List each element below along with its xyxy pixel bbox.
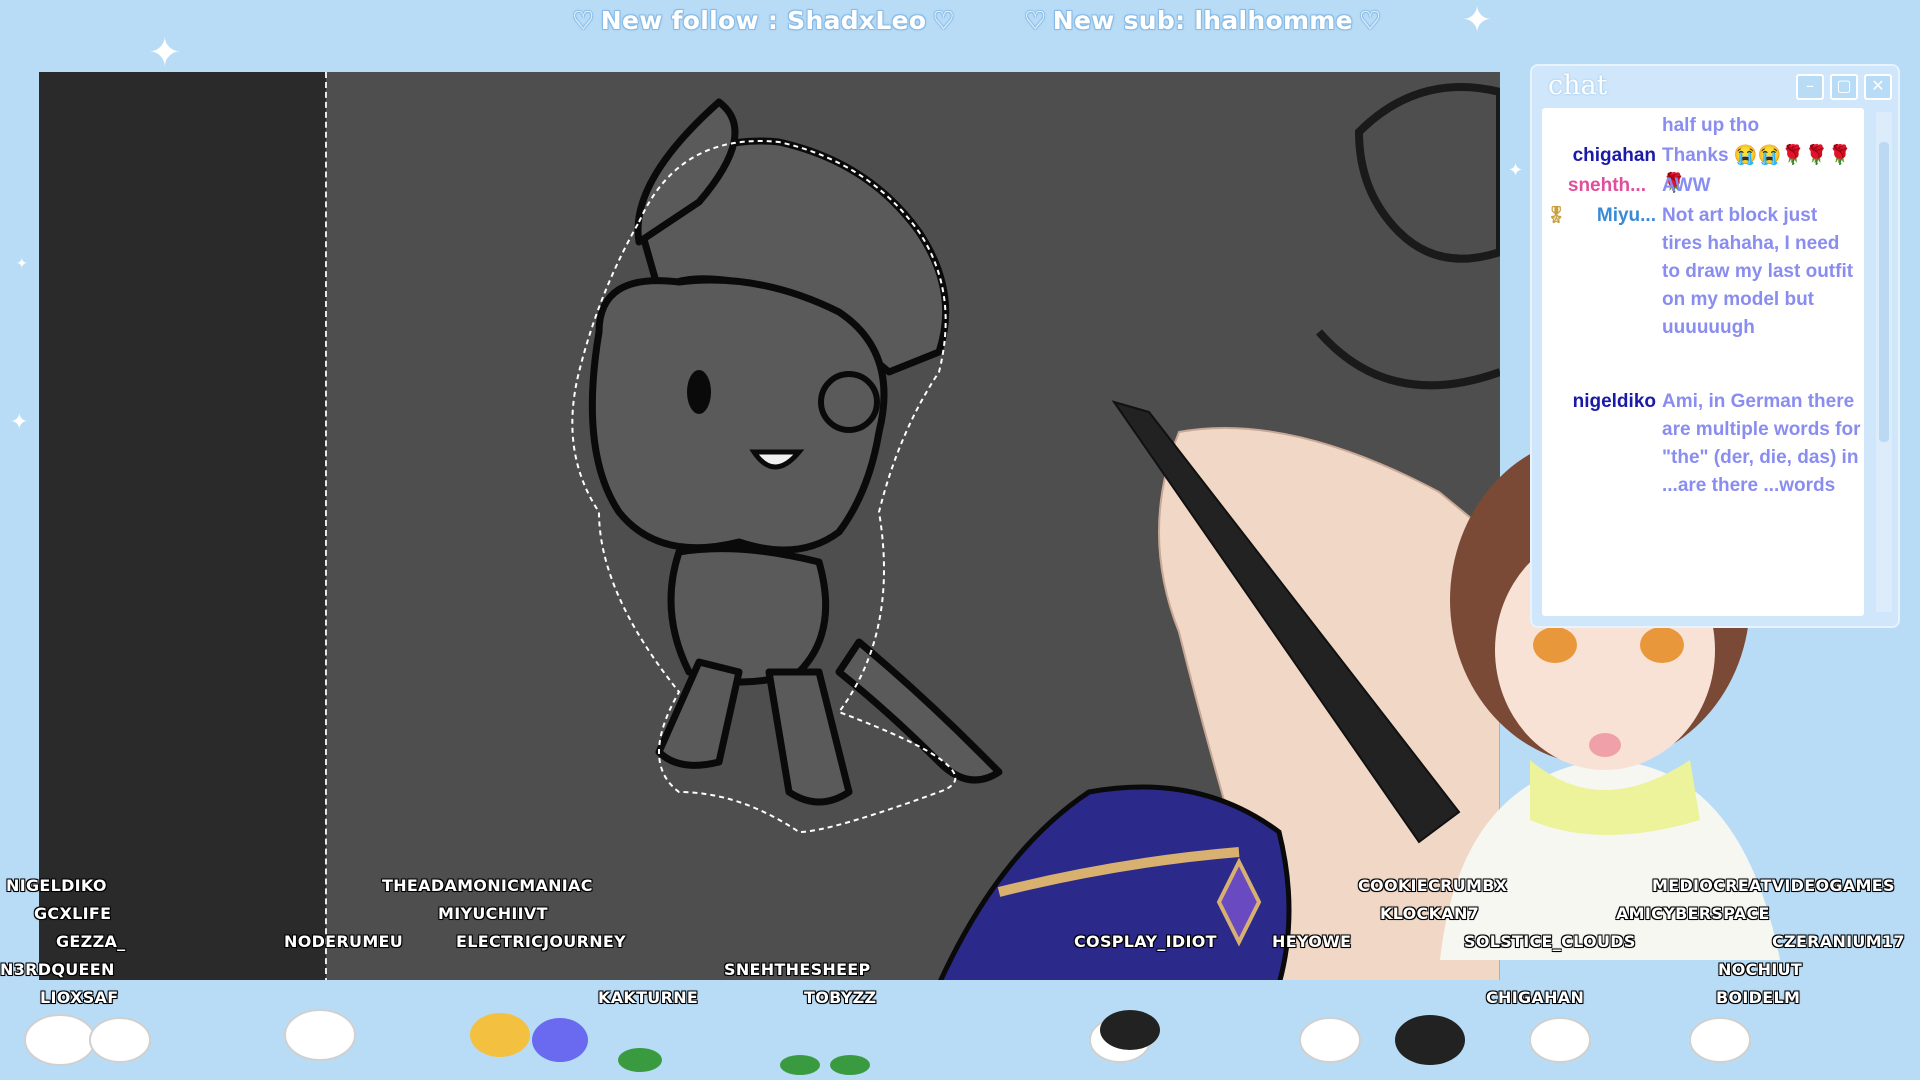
chat-title: chat — [1548, 70, 1608, 101]
sparkle-decoration: ✦ — [16, 256, 28, 272]
sparkle-decoration: ✦ — [10, 410, 29, 435]
heart-icon: ♡ — [932, 6, 956, 35]
sparkle-decoration: ✦ — [148, 30, 182, 76]
close-icon[interactable]: ✕ — [1864, 74, 1892, 100]
viewer-name: MIYUCHIIVT — [438, 904, 548, 923]
goose-parade — [0, 980, 1920, 1080]
viewer-name: COSPLAY_IDIOT — [1074, 932, 1217, 951]
chat-message-text: half up tho — [1662, 115, 1760, 136]
heart-icon: ♡ — [1358, 6, 1382, 35]
viewer-name: THEADAMONICMANIAC — [382, 876, 593, 895]
minimize-icon[interactable]: – — [1796, 74, 1824, 100]
viewer-name: HEYOWE — [1272, 932, 1352, 951]
viewer-name: GCXLIFE — [34, 904, 112, 923]
follow-alert: ♡ New follow : ShadxLeo ♡ — [566, 6, 961, 35]
sparkle-decoration: ✦ — [1462, 0, 1493, 41]
viewer-name: AMICYBERSPACE — [1616, 904, 1770, 923]
viewer-name: BOIDELM — [1716, 988, 1801, 1007]
chat-scrollbar-thumb[interactable] — [1879, 142, 1889, 442]
maximize-icon[interactable]: ▢ — [1830, 74, 1858, 100]
sub-alert: ♡ New sub: lhalhomme ♡ — [1018, 6, 1388, 35]
sparkle-decoration: ✦ — [1508, 160, 1524, 181]
viewer-name: TOBYZZ — [804, 988, 877, 1007]
viewer-name: NIGELDIKO — [6, 876, 107, 895]
heart-icon: ♡ — [1024, 6, 1047, 35]
viewer-name: SNEHTHESHEEP — [724, 960, 871, 979]
viewer-name: GEZZA_ — [56, 932, 126, 951]
chat-username[interactable]: Miyu... — [1562, 202, 1656, 230]
chat-message-text: Not art block just tires hahaha, I need … — [1662, 205, 1854, 338]
viewer-name: MEDIOCREATVIDEOGAMES — [1652, 876, 1895, 895]
viewer-name: ELECTRICJOURNEY — [456, 932, 626, 951]
viewer-name: CHIGAHAN — [1486, 988, 1585, 1007]
chat-username[interactable]: chigahan — [1552, 142, 1656, 170]
chat-messages[interactable]: half up tho chigahan Thanks 😭😭🌹🌹🌹🌹 sneht… — [1542, 108, 1864, 616]
heart-icon: ♡ — [572, 6, 595, 35]
chat-window: chat – ▢ ✕ half up tho chigahan Thanks 😭… — [1530, 64, 1900, 628]
chat-scrollbar[interactable] — [1876, 112, 1892, 612]
chibi-sketch — [571, 83, 1500, 984]
follow-alert-text: New follow : ShadxLeo — [600, 6, 927, 35]
viewer-name: SOLSTICE_CLOUDS — [1464, 932, 1636, 951]
viewer-name: NODERUMEU — [284, 932, 404, 951]
chat-message-text: Ami, in German there are multiple words … — [1662, 391, 1861, 496]
chat-username[interactable]: nigeldiko — [1552, 388, 1656, 416]
viewer-name: NOCHIUT — [1718, 960, 1803, 979]
viewer-name: CZERANIUM17 — [1772, 932, 1905, 951]
chat-username[interactable]: snehth... — [1542, 172, 1646, 200]
viewer-name: KAKTURNE — [598, 988, 699, 1007]
viewer-name: N3RDQUEEN — [0, 960, 115, 979]
viewer-name: LIOXSAF — [40, 988, 119, 1007]
viewer-name: COOKIECRUMBX — [1358, 876, 1508, 895]
viewer-name: KLOCKAN7 — [1380, 904, 1480, 923]
chat-header: chat – ▢ ✕ — [1532, 66, 1898, 104]
sub-alert-text: New sub: lhalhomme — [1052, 6, 1353, 35]
drawing-canvas[interactable] — [39, 72, 1500, 984]
chat-message-text: AWW — [1662, 175, 1711, 196]
